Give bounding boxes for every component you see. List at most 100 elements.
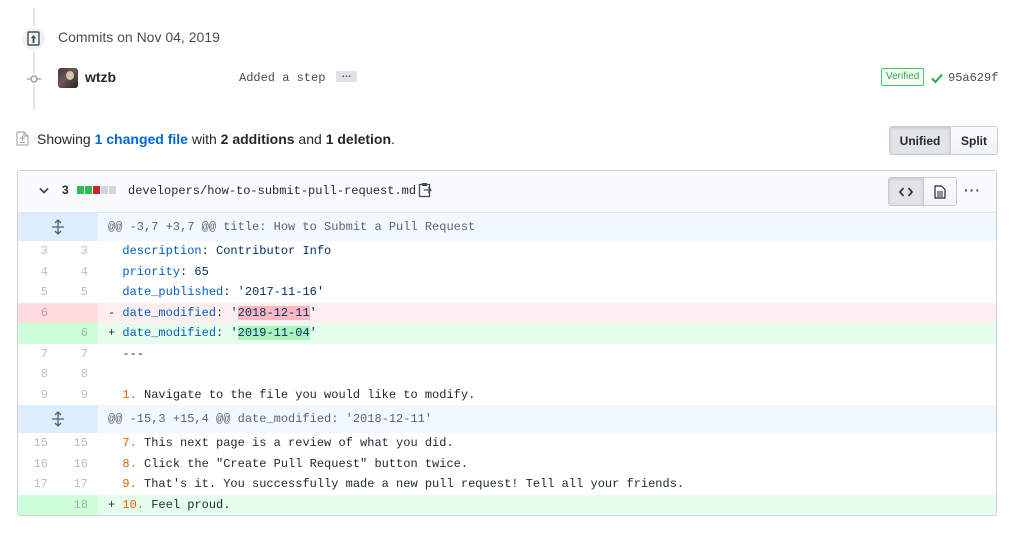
yaml-sep: : — [201, 244, 217, 258]
list-number: 9. — [122, 477, 137, 491]
chevron-down-icon[interactable] — [38, 186, 50, 196]
new-line-number[interactable]: 16 — [58, 454, 98, 475]
quote: ' — [309, 305, 317, 320]
commit-message-link[interactable]: Added a step — [239, 71, 325, 85]
old-line-number[interactable]: 4 — [18, 262, 58, 283]
line-sign — [108, 367, 115, 381]
diff-line: 77 --- — [18, 344, 996, 365]
diffstat-block-neutral — [109, 186, 116, 194]
change-count: 3 — [62, 183, 69, 197]
hunk-header: @@ -3,7 +3,7 @@ title: How to Submit a P… — [108, 220, 476, 234]
new-line-number[interactable] — [58, 302, 98, 323]
line-code: priority: 65 — [98, 262, 996, 283]
quote: ' — [309, 326, 317, 340]
line-code: 7. This next page is a review of what yo… — [98, 433, 996, 454]
hunk-header-row: @@ -15,3 +15,4 @@ date_modified: '2018-1… — [18, 405, 996, 433]
author-avatar[interactable] — [58, 68, 78, 88]
line-text: This next page is a review of what you d… — [136, 436, 454, 450]
new-line-number[interactable]: 9 — [58, 385, 98, 406]
line-code — [98, 364, 996, 385]
file-actions-kebab-icon[interactable]: ··· — [964, 182, 981, 198]
yaml-value: 65 — [194, 264, 209, 279]
new-line-number[interactable]: 4 — [58, 262, 98, 283]
rich-diff-button[interactable] — [924, 178, 956, 205]
new-line-number[interactable]: 5 — [58, 282, 98, 303]
diff-summary: Showing 1 changed file with 2 additions … — [37, 131, 395, 147]
old-line-number[interactable]: 8 — [18, 364, 58, 385]
diffstat-block-neutral — [101, 186, 108, 194]
new-line-number[interactable]: 18 — [58, 494, 98, 515]
old-line-number[interactable]: 6 — [18, 302, 58, 323]
diff-line: 18 + 10. Feel proud. — [18, 494, 996, 516]
old-line-number[interactable] — [18, 494, 58, 515]
source-diff-button[interactable] — [889, 178, 924, 205]
unified-view-button[interactable]: Unified — [890, 127, 951, 154]
new-line-number[interactable]: 6 — [58, 323, 98, 344]
additions-count: 2 additions — [220, 131, 295, 147]
diffstat-block-deleted — [93, 186, 100, 194]
diff-line: 99 1. Navigate to the file you would lik… — [18, 385, 996, 406]
new-line-number[interactable]: 7 — [58, 344, 98, 365]
check-icon[interactable] — [931, 72, 943, 84]
diff-line: 55 date_published: '2017-11-16' — [18, 282, 996, 303]
line-code: description: Contributor Info — [98, 241, 996, 262]
line-code: 1. Navigate to the file you would like t… — [98, 385, 996, 406]
line-code: date_published: '2017-11-16' — [98, 282, 996, 303]
line-code: - date_modified: '2018-12-11' — [98, 303, 996, 324]
old-line-number[interactable]: 17 — [18, 474, 58, 495]
line-code: 8. Click the "Create Pull Request" butto… — [98, 454, 996, 475]
commit-sha-link[interactable]: 95a629f — [948, 71, 998, 85]
diff-line: 6 - date_modified: '2018-12-11' — [18, 302, 996, 324]
old-line-number[interactable] — [18, 323, 58, 344]
summary-prefix: Showing — [37, 131, 95, 147]
old-line-number[interactable]: 3 — [18, 241, 58, 262]
repo-push-icon — [26, 31, 40, 46]
yaml-sep: : — [223, 285, 238, 299]
yaml-sep: : — [216, 305, 231, 320]
code-icon — [899, 186, 913, 197]
diff-line: 6 + date_modified: '2019-11-04' — [18, 323, 996, 344]
new-line-number[interactable]: 15 — [58, 433, 98, 454]
line-text: Feel proud. — [144, 497, 231, 512]
new-line-number[interactable]: 17 — [58, 474, 98, 495]
diff-view-toggle: Unified Split — [889, 126, 998, 155]
hunk-header: @@ -15,3 +15,4 @@ date_modified: '2018-1… — [108, 412, 433, 426]
deletions-count: 1 deletion — [325, 131, 392, 147]
line-text: Navigate to the file you would like to m… — [136, 387, 476, 402]
commit-group-title: Commits on Nov 04, 2019 — [58, 29, 220, 45]
expand-icon — [52, 411, 64, 427]
line-code: + 10. Feel proud. — [98, 495, 996, 516]
new-line-number[interactable]: 8 — [58, 364, 98, 385]
diff-line: 15 15 7. This next page is a review of wh… — [18, 433, 996, 454]
quote: ' — [230, 305, 238, 320]
expand-lines-button[interactable] — [18, 213, 98, 241]
list-number: 8. — [122, 456, 137, 471]
line-sign: - — [108, 305, 116, 320]
yaml-value: Contributor Info — [216, 244, 332, 258]
line-text: Click the "Create Pull Request" button t… — [136, 456, 469, 471]
verified-badge[interactable]: Verified — [881, 68, 925, 86]
new-line-number[interactable]: 3 — [58, 241, 98, 262]
git-commit-icon — [27, 74, 41, 84]
expand-lines-button[interactable] — [18, 405, 98, 433]
summary-with: with — [187, 131, 221, 147]
file-path[interactable]: developers/how-to-submit-pull-request.md — [128, 184, 416, 198]
diff-line: 33 description: Contributor Info — [18, 241, 996, 262]
split-view-button[interactable]: Split — [951, 127, 997, 154]
old-line-number[interactable]: 9 — [18, 385, 58, 406]
diff-line: 44 priority: 65 — [18, 262, 996, 283]
old-line-number[interactable]: 5 — [18, 282, 58, 303]
changed-files-link[interactable]: 1 changed file — [95, 131, 188, 147]
commit-author-link[interactable]: wtzb — [85, 69, 116, 85]
old-line-number[interactable]: 16 — [18, 454, 58, 475]
file-diff-icon — [16, 131, 29, 146]
old-line-number[interactable]: 7 — [18, 344, 58, 365]
expand-commit-button[interactable]: … — [336, 69, 357, 82]
list-number: 1. — [122, 387, 137, 402]
old-line-number[interactable]: 15 — [18, 433, 58, 454]
diffstat-block-added — [85, 186, 92, 194]
clipboard-icon[interactable] — [418, 182, 432, 198]
changed-value: 2019-11-04 — [237, 326, 310, 340]
line-sign — [108, 244, 115, 258]
yaml-key: description — [122, 244, 202, 258]
